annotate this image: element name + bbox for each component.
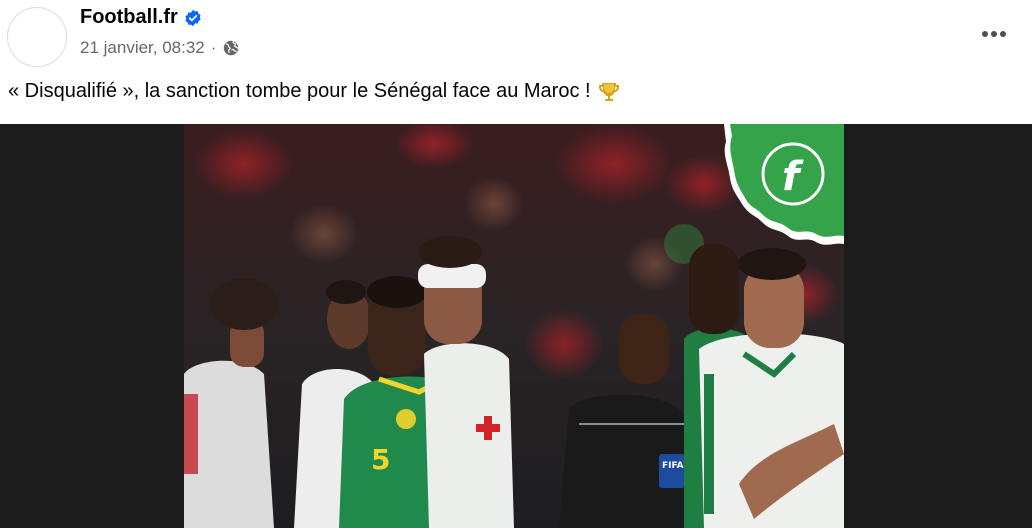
post-caption: « Disqualifié », la sanction tombe pour …	[8, 79, 621, 103]
page-name-link[interactable]: Football.fr	[80, 6, 178, 29]
more-options-icon[interactable]	[978, 22, 1010, 46]
more-dot	[991, 31, 997, 37]
fifa-badge: FIFA	[662, 461, 684, 471]
more-dot	[1000, 31, 1006, 37]
post-meta: 21 janvier, 08:32 ·	[80, 38, 240, 58]
photo-scene: 5 FIFA f	[184, 124, 844, 528]
caption-text: « Disqualifié », la sanction tombe pour …	[8, 79, 591, 102]
globe-icon[interactable]	[222, 39, 240, 57]
page-name-row: Football.fr	[80, 6, 202, 29]
post-header: Football.fr 21 janvier, 08:32 ·	[0, 0, 1032, 72]
post-photo[interactable]: 5 FIFA f	[184, 124, 844, 528]
meta-separator: ·	[210, 38, 217, 57]
page-avatar[interactable]	[7, 7, 67, 67]
jersey-number: 5	[371, 443, 390, 476]
post-media[interactable]: 5 FIFA f	[0, 124, 1032, 528]
post-timestamp[interactable]: 21 janvier, 08:32	[80, 38, 205, 58]
verified-badge-icon	[185, 9, 201, 26]
trophy-icon	[598, 83, 619, 101]
more-dot	[982, 31, 988, 37]
